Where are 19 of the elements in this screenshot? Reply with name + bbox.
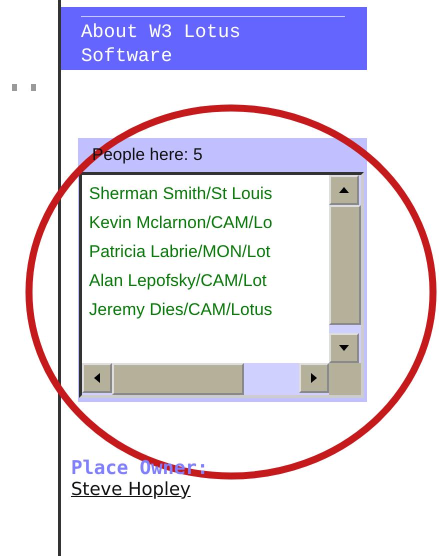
scroll-left-button[interactable] (82, 363, 112, 393)
list-item[interactable]: Sherman Smith/St Louis (89, 179, 329, 208)
scroll-up-button[interactable] (329, 175, 359, 205)
scroll-right-button[interactable] (299, 363, 329, 393)
list-item[interactable]: Kevin Mclarnon/CAM/Lo (89, 208, 329, 237)
right-arrow-icon (310, 372, 318, 384)
left-arrow-icon (93, 372, 101, 384)
up-arrow-icon (338, 186, 350, 194)
resize-corner (329, 363, 361, 395)
scroll-down-button[interactable] (329, 333, 359, 363)
list-item[interactable]: Jeremy Dies/CAM/Lotus (89, 295, 329, 324)
list-item[interactable]: Patricia Labrie/MON/Lot (89, 237, 329, 266)
owner-link[interactable]: Steve Hopley (71, 479, 191, 500)
scroll-thumb[interactable] (329, 205, 361, 325)
scroll-thumb[interactable] (112, 363, 244, 395)
people-list[interactable]: Sherman Smith/St Louis Kevin Mclarnon/CAM/Lo Patricia Labrie/MON/Lot Alan Lepofsky/CAM/Lot Jeremy Dies/CAM/Lotus (79, 172, 364, 398)
list-item[interactable]: Alan Lepofsky/CAM/Lot (89, 266, 329, 295)
nav-link[interactable]: About W3 Lotus Software (81, 20, 281, 68)
down-arrow-icon (338, 344, 350, 352)
